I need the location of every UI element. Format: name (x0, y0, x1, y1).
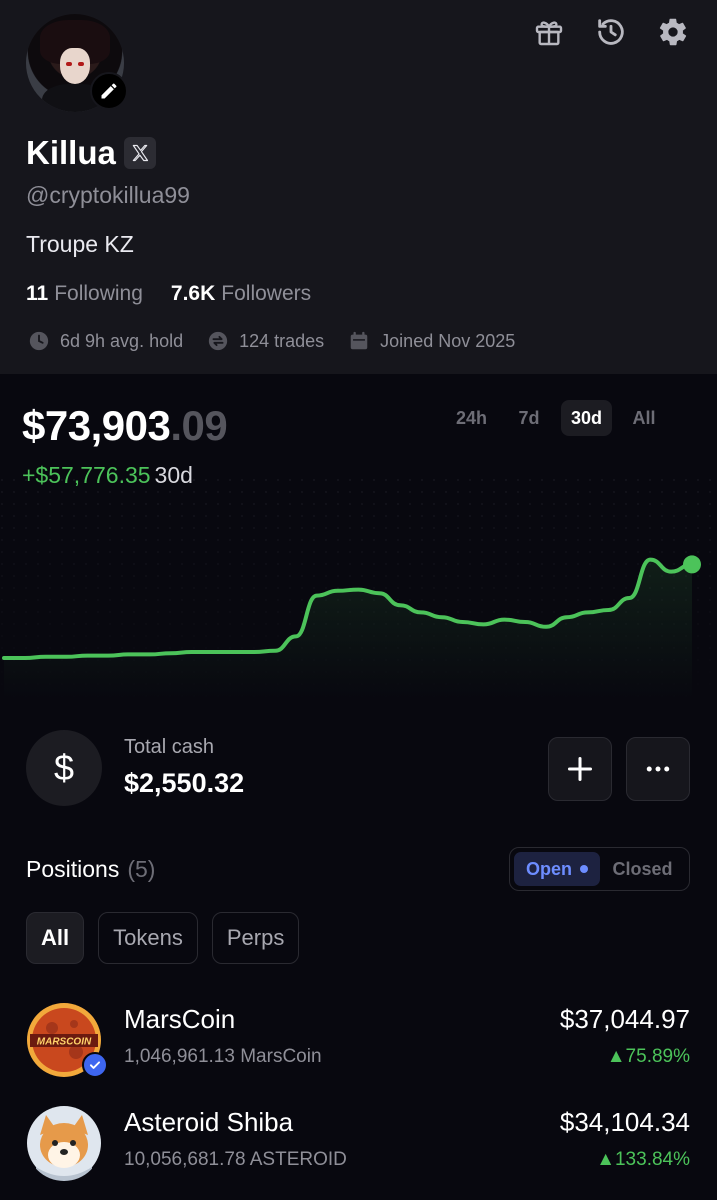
profile-header: Killua @cryptokillua99 Troupe KZ 11 Follo… (0, 0, 717, 374)
more-horizontal-icon (646, 766, 670, 772)
edit-profile-button[interactable] (90, 72, 128, 110)
profile-name: Killua (26, 134, 116, 171)
header-actions (531, 14, 691, 50)
plus-icon (567, 756, 593, 782)
position-change: ▲75.89% (606, 1046, 690, 1067)
name-row: Killua (26, 134, 156, 172)
position-row-asteroid-shiba[interactable]: Asteroid Shiba 10,056,681.78 ASTEROID $3… (26, 1105, 690, 1185)
balance-cents: .09 (170, 402, 228, 449)
avatar-container[interactable] (26, 14, 128, 112)
total-cash-value: $2,550.32 (124, 768, 245, 798)
positions-count: (5) (127, 856, 156, 882)
clock-icon (29, 331, 49, 351)
change-period: 30d (154, 462, 193, 488)
position-change: ▲133.84% (596, 1149, 690, 1170)
marscoin-logo-text: MARSCOIN (37, 1037, 92, 1048)
profile-handle: @cryptokillua99 (26, 182, 190, 208)
range-tab-7d[interactable]: 7d (505, 400, 553, 436)
pencil-icon (101, 83, 117, 99)
range-tab-all[interactable]: All (620, 400, 668, 436)
position-value: $37,044.97 (559, 1004, 690, 1034)
following-count: 11 (26, 282, 49, 305)
more-options-button[interactable] (626, 737, 690, 801)
history-button[interactable] (593, 14, 629, 50)
portfolio-change: +$57,776.35 30d (22, 462, 193, 489)
profile-meta: 6d 9h avg. hold 124 trades Joined Nov 20… (28, 330, 515, 352)
swap-icon (208, 331, 228, 351)
trades-stat: 124 trades (207, 330, 324, 352)
joined-stat: Joined Nov 2025 (348, 330, 515, 352)
settings-icon (659, 18, 687, 46)
filter-perps[interactable]: Perps (211, 912, 300, 964)
position-name: MarsCoin (124, 1004, 236, 1034)
position-row-marscoin[interactable]: MARSCOIN MarsCoin 1,046,961.13 MarsCoin … (26, 1002, 690, 1082)
open-tab-label: Open (525, 858, 572, 879)
checkmark-icon (89, 1061, 101, 1069)
open-indicator-dot (580, 865, 588, 873)
gift-button[interactable] (531, 14, 567, 50)
range-selector: 24h 7d 30d All (446, 400, 668, 436)
balance-main: $73,903 (22, 402, 171, 449)
trades-text: 124 trades (239, 330, 325, 351)
range-tab-24h[interactable]: 24h (446, 400, 497, 436)
total-cash-label: Total cash (124, 736, 215, 758)
verified-badge (82, 1052, 108, 1078)
asteroid-shiba-logo (27, 1106, 101, 1181)
follow-stats: 11 Following 7.6K Followers (26, 282, 311, 306)
position-quantity: 10,056,681.78 ASTEROID (124, 1149, 347, 1170)
gift-icon (535, 21, 563, 46)
position-value: $34,104.34 (559, 1107, 690, 1137)
avg-hold-text: 6d 9h avg. hold (60, 330, 184, 351)
portfolio-balance: $73,903.09 (22, 402, 228, 450)
x-logo-icon (132, 144, 148, 162)
profile-bio: Troupe KZ (26, 231, 134, 257)
followers-count: 7.6K (170, 282, 216, 305)
open-closed-toggle: Open Closed (509, 847, 690, 891)
positions-title: Positions (26, 856, 120, 882)
history-icon (598, 19, 624, 45)
position-filters: All Tokens Perps (26, 912, 300, 964)
range-tab-30d[interactable]: 30d (561, 400, 613, 436)
position-name: Asteroid Shiba (124, 1107, 294, 1137)
joined-text: Joined Nov 2025 (380, 330, 516, 351)
position-quantity: 1,046,961.13 MarsCoin (124, 1046, 322, 1067)
chart-current-point (683, 555, 701, 574)
settings-button[interactable] (655, 14, 691, 50)
x-link-button[interactable] (123, 137, 156, 169)
avg-hold-stat: 6d 9h avg. hold (28, 330, 183, 352)
add-cash-button[interactable] (548, 737, 612, 801)
followers-label: Followers (221, 282, 312, 305)
change-amount: +$57,776.35 (22, 462, 151, 488)
following-link[interactable]: 11 Following (26, 282, 143, 306)
filter-tokens[interactable]: Tokens (98, 912, 198, 964)
filter-all[interactable]: All (26, 912, 85, 964)
positions-heading: Positions (5) (26, 856, 155, 883)
following-label: Following (54, 282, 143, 305)
calendar-icon (350, 331, 368, 350)
closed-tab[interactable]: Closed (600, 859, 685, 880)
followers-link[interactable]: 7.6K Followers (171, 282, 311, 306)
open-tab[interactable]: Open (514, 852, 600, 886)
dollar-icon: $ (26, 730, 102, 806)
